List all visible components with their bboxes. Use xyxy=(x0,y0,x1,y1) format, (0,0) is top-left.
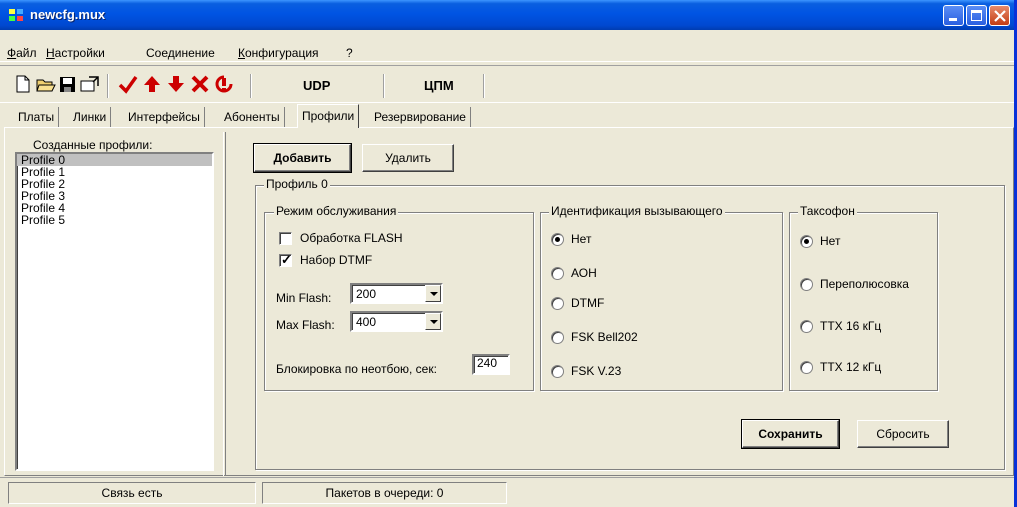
toolbar-separator xyxy=(107,74,109,98)
menu-configuration[interactable]: Конфигурация xyxy=(238,46,319,60)
list-item[interactable]: Profile 5 xyxy=(17,214,212,226)
menu-connection[interactable]: Соединение xyxy=(146,46,215,60)
new-file-icon xyxy=(16,75,30,93)
open-button[interactable] xyxy=(35,73,57,97)
app-window: newcfg.mux Файл Настройки Соединение Кон… xyxy=(0,0,1017,507)
block-timeout-label: Блокировка по неотбою, сек: xyxy=(276,362,437,376)
toolbar-separator xyxy=(250,74,252,98)
reset-button[interactable]: Сбросить xyxy=(857,420,949,448)
export-icon xyxy=(80,76,99,92)
caller-id-radio-fsk-v23[interactable] xyxy=(551,365,564,378)
cpm-button[interactable]: ЦПМ xyxy=(424,78,454,93)
caller-id-option-label: FSK Bell202 xyxy=(571,330,638,344)
stop-button[interactable] xyxy=(213,73,235,97)
connection-status: Связь есть xyxy=(8,482,256,504)
toolbar-separator xyxy=(483,74,485,98)
save-icon xyxy=(60,77,75,92)
radio-dot xyxy=(555,237,560,242)
move-up-button[interactable] xyxy=(141,73,163,97)
tab-strip: Платы Линки Интерфейсы Абоненты Профили … xyxy=(0,103,1014,128)
payphone-title: Таксофон xyxy=(798,204,857,218)
caller-id-radio-aon[interactable] xyxy=(551,267,564,280)
minimize-button[interactable] xyxy=(943,5,964,26)
profiles-list[interactable]: Profile 0 Profile 1 Profile 2 Profile 3 … xyxy=(15,152,214,471)
caller-id-option-label: Нет xyxy=(571,232,592,246)
tab-profiles[interactable]: Профили xyxy=(297,104,360,128)
block-timeout-field[interactable]: 240 xyxy=(472,354,510,375)
chevron-down-icon[interactable] xyxy=(425,313,441,330)
max-flash-select[interactable]: 400 xyxy=(350,311,443,332)
title-bar[interactable]: newcfg.mux xyxy=(0,0,1014,30)
max-flash-value: 400 xyxy=(356,315,377,329)
delete-profile-button[interactable]: Удалить xyxy=(362,144,454,172)
udp-button[interactable]: UDP xyxy=(303,78,330,93)
save-button[interactable]: Сохранить xyxy=(741,419,840,449)
caller-id-option-label: АОН xyxy=(571,266,597,280)
toolbar-separator xyxy=(383,74,385,98)
app-icon xyxy=(9,9,23,21)
new-file-button[interactable] xyxy=(12,73,34,97)
add-profile-button[interactable]: Добавить xyxy=(253,143,352,173)
export-button[interactable] xyxy=(79,73,101,97)
toolbar: UDP ЦПМ xyxy=(0,65,1014,103)
window-title: newcfg.mux xyxy=(30,7,106,22)
menu-file[interactable]: Файл xyxy=(7,46,37,60)
close-icon xyxy=(994,10,1006,22)
panel-divider[interactable] xyxy=(223,132,226,476)
payphone-radio-12khz[interactable] xyxy=(800,361,813,374)
tab-interfaces[interactable]: Интерфейсы xyxy=(124,107,205,127)
caller-id-title: Идентификация вызывающего xyxy=(549,204,725,218)
open-folder-icon xyxy=(36,79,56,92)
profiles-list-label: Созданные профили: xyxy=(33,138,153,152)
radio-dot xyxy=(804,239,809,244)
payphone-radio-polarity[interactable] xyxy=(800,278,813,291)
payphone-radio-none[interactable] xyxy=(800,235,813,248)
tab-subscribers[interactable]: Абоненты xyxy=(220,107,285,127)
chevron-down-icon[interactable] xyxy=(425,285,441,302)
min-flash-select[interactable]: 200 xyxy=(350,283,443,304)
service-mode-title: Режим обслуживания xyxy=(274,204,399,218)
checkmark-icon xyxy=(118,75,138,94)
move-down-button[interactable] xyxy=(165,73,187,97)
min-flash-value: 200 xyxy=(356,287,377,301)
status-bar: Связь есть Пакетов в очереди: 0 xyxy=(0,477,1014,507)
maximize-button[interactable] xyxy=(966,5,987,26)
payphone-radio-16khz[interactable] xyxy=(800,320,813,333)
payphone-option-label: Переполюсовка xyxy=(820,277,909,291)
caller-id-radio-dtmf[interactable] xyxy=(551,297,564,310)
profile-group-title: Профиль 0 xyxy=(264,177,330,191)
caller-id-option-label: DTMF xyxy=(571,296,605,310)
max-flash-label: Max Flash: xyxy=(276,318,335,332)
arrow-up-icon xyxy=(144,76,160,92)
stop-icon xyxy=(215,75,233,93)
caller-id-radio-fsk-bell202[interactable] xyxy=(551,331,564,344)
menu-help[interactable]: ? xyxy=(346,46,353,60)
delete-x-icon xyxy=(191,75,209,93)
arrow-down-icon xyxy=(168,76,184,92)
checkmark-icon: ✓ xyxy=(281,252,292,267)
queue-status: Пакетов в очереди: 0 xyxy=(262,482,507,504)
dtmf-dialing-checkbox[interactable]: ✓ xyxy=(279,252,292,267)
save-button[interactable] xyxy=(57,73,79,97)
dtmf-dialing-label: Набор DTMF xyxy=(300,253,373,267)
payphone-option-label: Нет xyxy=(820,234,841,248)
payphone-option-label: ТТХ 12 кГц xyxy=(820,360,882,374)
caller-id-radio-none[interactable] xyxy=(551,233,564,246)
menu-settings[interactable]: Настройки xyxy=(46,46,105,60)
flash-processing-checkbox[interactable] xyxy=(279,232,292,245)
payphone-option-label: ТТХ 16 кГц xyxy=(820,319,882,333)
tab-boards[interactable]: Платы xyxy=(14,107,60,127)
apply-button[interactable] xyxy=(117,73,139,97)
tab-links[interactable]: Линки xyxy=(69,107,112,127)
flash-processing-label: Обработка FLASH xyxy=(300,231,403,245)
caller-id-option-label: FSK V.23 xyxy=(571,364,622,378)
delete-button[interactable] xyxy=(189,73,211,97)
min-flash-label: Min Flash: xyxy=(276,291,332,305)
menu-bar: Файл Настройки Соединение Конфигурация ? xyxy=(0,30,1014,62)
close-button[interactable] xyxy=(989,5,1010,26)
tab-redundancy[interactable]: Резервирование xyxy=(370,107,471,127)
